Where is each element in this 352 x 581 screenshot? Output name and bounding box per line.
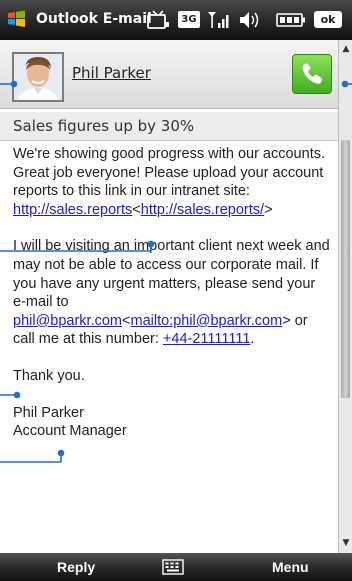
subject-bar: Sales figures up by 30%	[0, 112, 338, 141]
app-title: Outlook E-mail	[36, 11, 152, 27]
body-paragraph: I will be visiting an important client n…	[13, 238, 330, 348]
link-sales-reports-slash[interactable]: http://sales.reports/	[141, 202, 264, 218]
mailto-link[interactable]: mailto:phil@bparkr.com	[130, 313, 282, 329]
phone-link[interactable]: +44-21111111	[163, 331, 250, 347]
contact-photo-icon[interactable]	[12, 52, 64, 102]
tv-icon[interactable]	[146, 10, 170, 30]
3g-icon[interactable]: 3G	[178, 11, 200, 28]
body-paragraph: We're showing good progress with our acc…	[13, 146, 325, 218]
sender-header: Phil Parker	[0, 40, 352, 109]
scroll-up-arrow-icon[interactable]: ▲	[339, 42, 352, 56]
battery-icon[interactable]	[276, 10, 306, 30]
body-text: I will be visiting an important client n…	[13, 238, 330, 311]
sender-name-link[interactable]: Phil Parker	[72, 64, 151, 82]
ok-icon[interactable]: ok	[314, 11, 342, 28]
reply-softkey[interactable]: Reply	[57, 559, 95, 575]
subject-text: Sales figures up by 30%	[13, 117, 195, 135]
signal-icon[interactable]	[207, 10, 231, 30]
body-text: We're showing good progress with our acc…	[13, 146, 325, 200]
closing-text: Thank you.	[13, 367, 85, 384]
message-body[interactable]: We're showing good progress with our acc…	[0, 141, 338, 553]
scroll-thumb[interactable]	[341, 140, 350, 398]
link-sales-reports[interactable]: http://sales.reports	[13, 202, 132, 218]
signature-name: Phil Parker	[13, 404, 84, 421]
call-button[interactable]	[292, 54, 332, 94]
menu-softkey[interactable]: Menu	[272, 559, 309, 575]
scrollbar[interactable]: ▲ ▼	[338, 40, 352, 553]
phone-handset-icon	[302, 63, 322, 84]
title-bar: Outlook E-mail 3G ok	[0, 0, 352, 40]
windows-start-icon[interactable]	[6, 9, 28, 29]
softkey-bar: Reply Menu	[0, 553, 352, 581]
signature-title: Account Manager	[13, 423, 127, 440]
keyboard-icon[interactable]	[162, 559, 184, 575]
email-link[interactable]: phil@bparkr.com	[13, 313, 122, 329]
scroll-down-arrow-icon[interactable]: ▼	[339, 536, 352, 550]
speaker-icon[interactable]	[238, 10, 262, 30]
